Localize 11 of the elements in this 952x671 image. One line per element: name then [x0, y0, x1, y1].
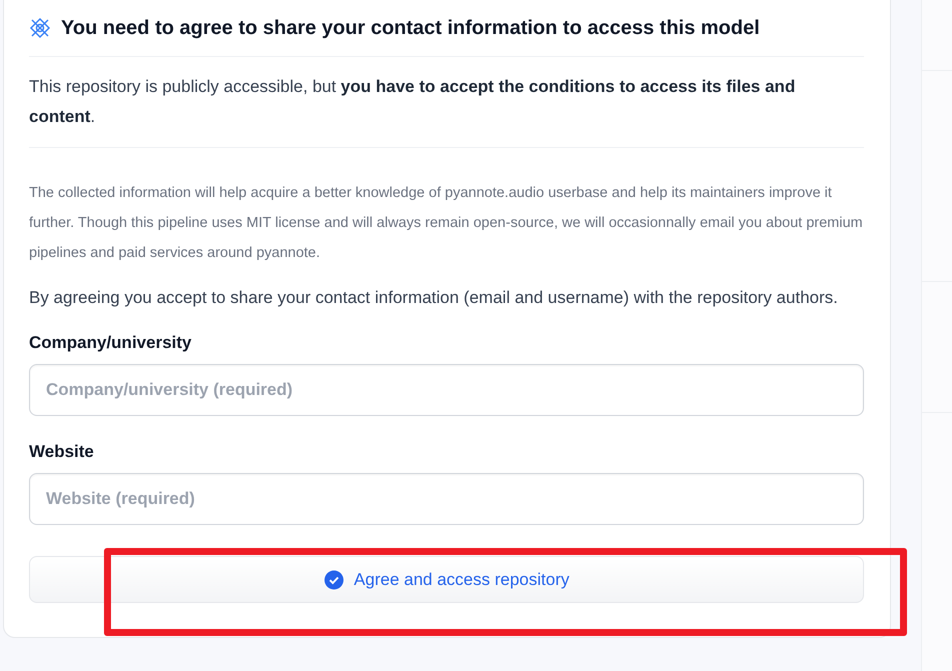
consent-text: By agreeing you accept to share your contact information (email and username) with the repository authors.	[29, 287, 839, 309]
description-text: The collected information will help acquire a better knowledge of pyannote.audio userbase and help its maintainers improve it further. Though this pipeline uses MIT license and will always remain open-source, we will occasionnally email you about premium pipelines and paid services around pyannote.	[29, 184, 864, 263]
check-circle-icon	[324, 570, 344, 590]
field-label: Company/university	[29, 332, 192, 354]
field-label: Website	[29, 441, 95, 463]
input-field[interactable]: Website (required)	[29, 473, 864, 525]
gate-icon	[29, 17, 51, 39]
input-field[interactable]: Company/university (required)	[29, 364, 864, 416]
agree-button[interactable]: Agree and access repository	[29, 556, 864, 603]
gate-title: You need to agree to share your contact information to access this model	[61, 16, 760, 40]
access-notice: This repository is publicly accessible, but you have to accept the conditions to access its files and content.	[29, 57, 864, 148]
